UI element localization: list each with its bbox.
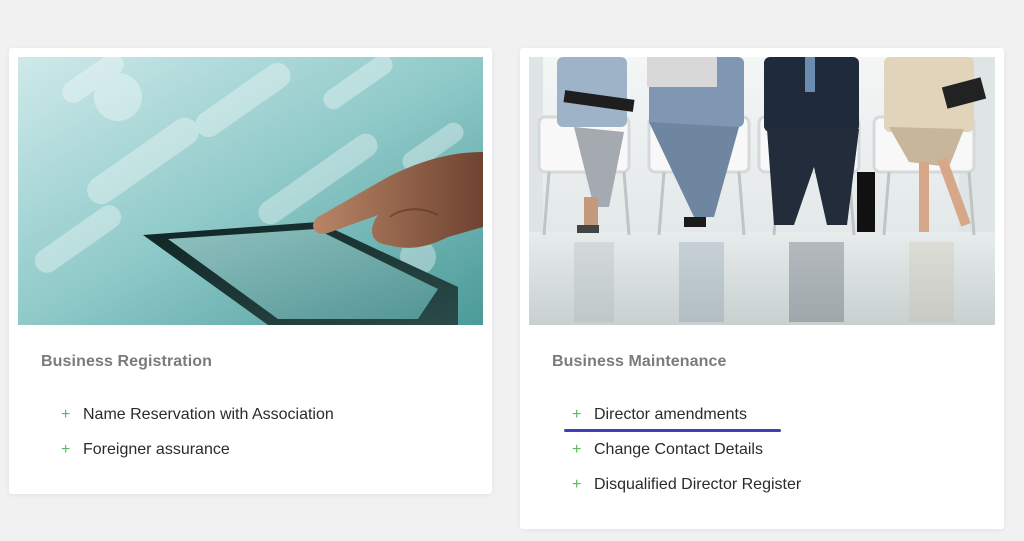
link-change-contact-details[interactable]: + Change Contact Details: [572, 432, 801, 467]
link-name-reservation[interactable]: + Name Reservation with Association: [61, 397, 334, 432]
business-registration-card: Business Registration + Name Reservation…: [9, 48, 492, 494]
link-label[interactable]: Name Reservation with Association: [83, 406, 334, 424]
card-title: Business Registration: [41, 353, 213, 370]
card-title: Business Maintenance: [552, 353, 727, 370]
link-label[interactable]: Foreigner assurance: [83, 441, 230, 459]
business-people-waiting-image: [529, 57, 995, 325]
link-disqualified-director-register[interactable]: + Disqualified Director Register: [572, 467, 801, 502]
link-label[interactable]: Disqualified Director Register: [594, 476, 801, 494]
plus-icon: +: [61, 440, 71, 458]
registration-links-list: + Name Reservation with Association + Fo…: [61, 397, 334, 467]
plus-icon: +: [572, 475, 582, 493]
link-foreigner-assurance[interactable]: + Foreigner assurance: [61, 432, 334, 467]
business-maintenance-card: Business Maintenance + Director amendmen…: [520, 48, 1004, 529]
hand-touching-tablet-image: [18, 57, 483, 325]
maintenance-links-list: + Director amendments + Change Contact D…: [564, 397, 801, 502]
link-label[interactable]: Change Contact Details: [594, 441, 763, 459]
plus-icon: +: [572, 405, 582, 423]
link-label[interactable]: Director amendments: [594, 406, 747, 424]
plus-icon: +: [572, 440, 582, 458]
plus-icon: +: [61, 405, 71, 423]
link-director-amendments[interactable]: + Director amendments: [564, 397, 801, 432]
